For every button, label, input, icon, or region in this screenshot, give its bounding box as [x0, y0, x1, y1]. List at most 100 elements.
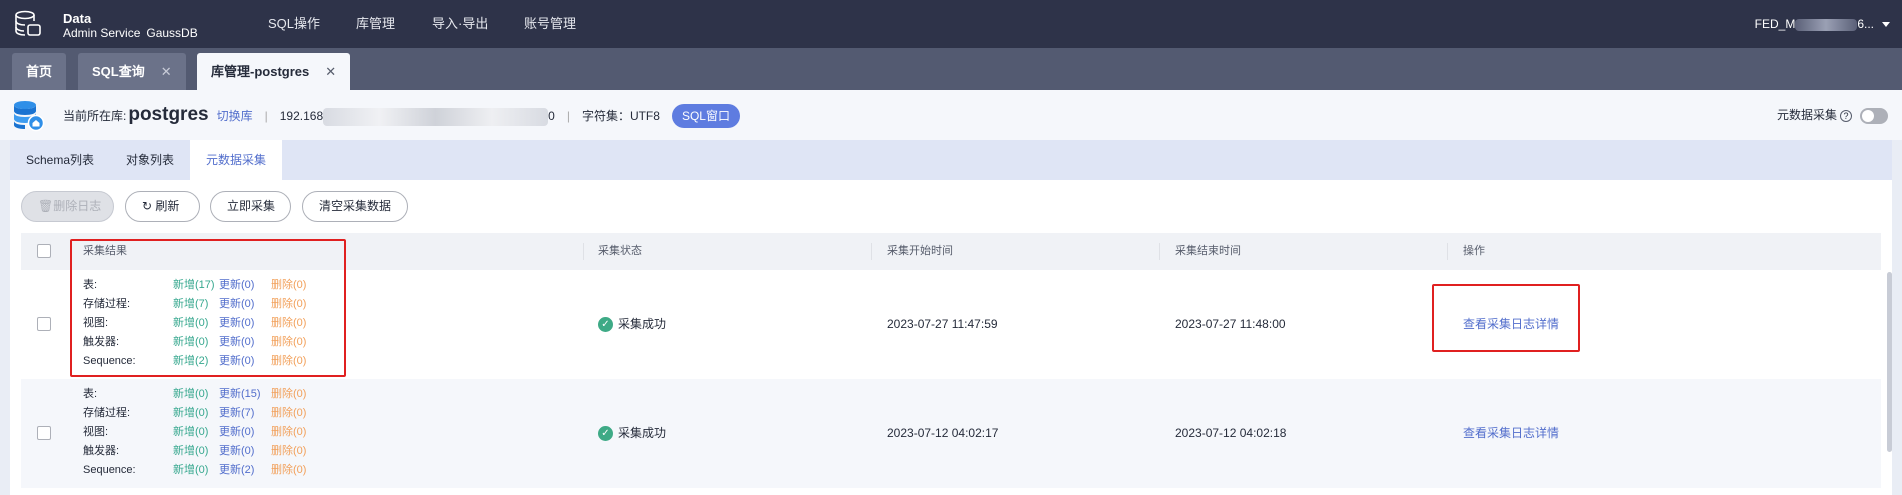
divider: |	[566, 109, 570, 123]
trash-icon: 🗑	[38, 199, 54, 213]
database-name: postgres	[128, 104, 209, 125]
object-type-label: 视图:	[83, 426, 109, 438]
nav-import-export[interactable]: 导入·导出	[432, 0, 488, 48]
status-text: 采集成功	[618, 426, 667, 440]
object-type-label: 触发器:	[83, 445, 120, 457]
help-icon[interactable]: ?	[1840, 109, 1852, 122]
brand-product: GaussDB	[146, 26, 198, 40]
nav-sql-operations[interactable]: SQL操作	[268, 0, 320, 48]
column-divider	[871, 243, 872, 260]
column-header-start-time: 采集开始时间	[887, 245, 953, 257]
tab-metadata-collection[interactable]: 元数据采集	[190, 140, 283, 180]
current-database-info: 当前所在库: postgres 切换库 | 192.168 0 | 字符集：UTF8 SQL窗口	[63, 90, 740, 140]
select-all-checkbox[interactable]	[37, 244, 51, 258]
user-name-masked	[1795, 18, 1858, 31]
brand: Data Admin Service GaussDB	[63, 11, 198, 41]
updated-count: 更新(0)	[219, 426, 255, 438]
object-type-label: Sequence:	[83, 464, 136, 476]
delete-log-label: 删除日志	[53, 199, 102, 213]
deleted-count: 删除(0)	[271, 388, 307, 400]
page-tab-db-management-postgres[interactable]: 库管理-postgres ✕	[197, 53, 351, 90]
delete-log-button[interactable]: 🗑删除日志	[21, 191, 114, 222]
caret-down-icon	[1882, 22, 1890, 28]
view-log-details-link[interactable]: 查看采集日志详情	[1463, 425, 1559, 441]
current-db-label: 当前所在库:	[63, 109, 127, 123]
collect-now-button[interactable]: 立即采集	[210, 191, 291, 222]
column-divider	[583, 243, 584, 260]
added-count: 新增(0)	[173, 464, 209, 476]
highlight-box-action	[1432, 284, 1580, 352]
brand-title: Data	[63, 11, 92, 26]
top-bar: Data Admin Service GaussDB SQL操作 库管理 导入·导…	[0, 0, 1902, 48]
end-time: 2023-07-27 11:48:00	[1175, 317, 1286, 331]
start-time: 2023-07-27 11:47:59	[887, 317, 998, 331]
column-header-end-time: 采集结束时间	[1175, 245, 1241, 257]
row-checkbox[interactable]	[37, 426, 51, 440]
sql-window-button[interactable]: SQL窗口	[671, 104, 740, 128]
deleted-count: 删除(0)	[271, 426, 307, 438]
row-checkbox[interactable]	[37, 317, 51, 331]
database-icon	[14, 101, 45, 132]
updated-count: 更新(15)	[219, 388, 261, 400]
added-count: 新增(0)	[173, 445, 209, 457]
clear-collected-data-button[interactable]: 清空采集数据	[302, 191, 408, 222]
end-time: 2023-07-12 04:02:18	[1175, 426, 1287, 440]
brand-subtitle: Admin Service	[63, 26, 141, 40]
refresh-label: 刷新	[155, 199, 180, 213]
page-tab-label: 首页	[26, 64, 53, 79]
updated-count: 更新(2)	[219, 464, 255, 476]
metadata-collect-label: 元数据采集	[1776, 108, 1837, 122]
divider: |	[264, 109, 268, 123]
page-tab-label: 库管理-postgres	[211, 64, 310, 79]
switch-database-link[interactable]: 切换库	[217, 109, 253, 123]
ip-prefix: 192.168	[279, 109, 324, 123]
updated-count: 更新(7)	[219, 407, 255, 419]
page-tab-home[interactable]: 首页	[12, 53, 67, 90]
user-name-prefix: FED_M	[1754, 17, 1796, 31]
success-check-icon: ✓	[598, 426, 613, 442]
metadata-collection-panel: 🗑删除日志 ↻ 刷新 立即采集 清空采集数据 采集结果 采集状态 采集开始时间 …	[10, 180, 1892, 495]
collection-status: ✓ 采集成功	[598, 316, 667, 333]
column-header-actions: 操作	[1463, 245, 1485, 257]
nav-account-management[interactable]: 账号管理	[524, 0, 576, 48]
charset-info: 字符集：UTF8	[581, 109, 660, 123]
close-icon[interactable]: ✕	[325, 64, 336, 79]
deleted-count: 删除(0)	[271, 464, 307, 476]
success-check-icon: ✓	[598, 317, 613, 333]
added-count: 新增(0)	[173, 407, 209, 419]
added-count: 新增(0)	[173, 388, 209, 400]
user-menu[interactable]: FED_M 6...	[1755, 0, 1890, 48]
object-type-label: 存储过程:	[83, 407, 131, 419]
page-tab-sql-query[interactable]: SQL查询 ✕	[78, 53, 186, 90]
tab-schema-list[interactable]: Schema列表	[10, 140, 110, 180]
ip-suffix: 0	[548, 109, 555, 123]
column-divider	[1447, 243, 1448, 260]
column-divider	[1159, 243, 1160, 260]
vertical-scrollbar[interactable]	[1887, 272, 1892, 452]
ip-address-masked	[323, 107, 549, 126]
metadata-collect-toggle[interactable]	[1860, 107, 1888, 124]
highlight-box-result	[70, 239, 346, 377]
updated-count: 更新(0)	[219, 445, 255, 457]
added-count: 新增(0)	[173, 426, 209, 438]
nav-database-management[interactable]: 库管理	[356, 0, 395, 48]
object-type-label: 表:	[83, 388, 98, 400]
user-name-suffix: 6...	[1857, 17, 1874, 31]
tab-object-list[interactable]: 对象列表	[110, 140, 190, 180]
column-header-status: 采集状态	[598, 245, 642, 257]
table-row: 表: 新增(0) 更新(15) 删除(0) 存储过程: 新增(0) 更新(7) 删除(0) …	[21, 379, 1881, 488]
refresh-icon: ↻	[142, 199, 156, 213]
database-logo-icon	[15, 10, 41, 36]
deleted-count: 删除(0)	[271, 445, 307, 457]
refresh-button[interactable]: ↻ 刷新	[125, 191, 200, 222]
sub-tabs: Schema列表 对象列表 元数据采集	[10, 140, 1892, 180]
page-tabs-bar: 首页 SQL查询 ✕ 库管理-postgres ✕	[0, 48, 1902, 90]
start-time: 2023-07-12 04:02:17	[887, 426, 999, 440]
close-icon[interactable]: ✕	[161, 64, 172, 79]
metadata-collect-setting: 元数据采集?	[1777, 90, 1888, 140]
page-tab-label: SQL查询	[92, 64, 145, 79]
collection-status: ✓ 采集成功	[598, 425, 667, 442]
deleted-count: 删除(0)	[271, 407, 307, 419]
status-text: 采集成功	[618, 317, 667, 331]
database-info-bar: 当前所在库: postgres 切换库 | 192.168 0 | 字符集：UTF8 SQL窗口…	[0, 90, 1902, 140]
